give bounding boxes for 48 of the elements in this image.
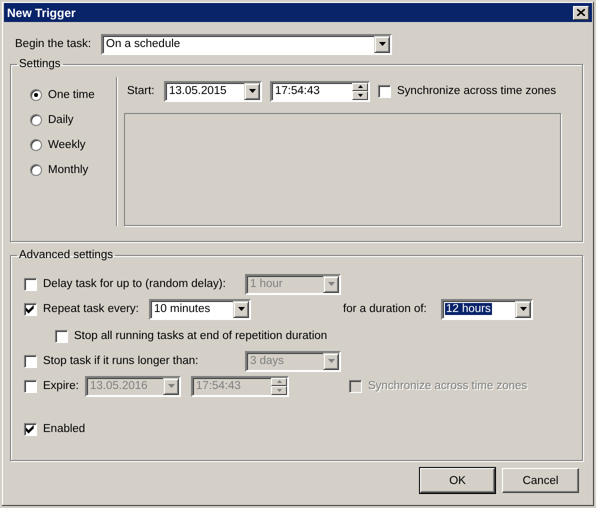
radio-button[interactable]: [30, 164, 42, 176]
dialog-button[interactable]: OK: [420, 468, 495, 493]
radio-button[interactable]: [30, 138, 42, 150]
radio-label: Daily: [48, 114, 74, 126]
field-label: Start:: [127, 85, 156, 97]
caret-icon: [248, 89, 256, 93]
close-icon: [577, 9, 585, 16]
checkbox[interactable]: [24, 422, 37, 436]
radio-button[interactable]: [30, 88, 42, 100]
field-label: Begin the task:: [15, 38, 92, 50]
checkbox[interactable]: [55, 330, 68, 342]
radio-label: Weekly: [48, 138, 86, 150]
checkbox-label: Expire:: [43, 380, 79, 392]
caret-icon: [328, 282, 334, 286]
dialog-button[interactable]: Cancel: [502, 468, 579, 493]
dropdown-button[interactable]: [233, 300, 249, 318]
dropdown-button[interactable]: [244, 82, 260, 100]
checkbox-label: Stop task if it runs longer than:: [43, 355, 198, 367]
duration-dropdown[interactable]: 12 hours: [441, 298, 533, 320]
caret-icon: [238, 307, 244, 311]
window-title: New Trigger: [7, 6, 76, 20]
dropdown-button[interactable]: [515, 300, 531, 318]
checkbox-label: Synchronize across time zones: [368, 380, 528, 392]
radio-label: Monthly: [48, 164, 88, 176]
date-picker[interactable]: 13.05.2015: [164, 80, 262, 102]
checkbox-label: Delay task for up to (random delay):: [43, 278, 226, 290]
checkbox[interactable]: [378, 84, 391, 98]
spin-buttons[interactable]: [352, 82, 368, 100]
radio-label: One time: [48, 88, 95, 100]
field-label: for a duration of:: [343, 303, 428, 315]
checkbox-label: Enabled: [43, 423, 86, 435]
checkbox-label: Stop all running tasks at end of repetition duration: [74, 330, 328, 342]
checkbox-label: Repeat task every:: [43, 303, 139, 315]
checkbox-label: Synchronize across time zones: [397, 85, 556, 97]
spin-buttons[interactable]: [271, 378, 287, 394]
dropdown-button[interactable]: [374, 36, 390, 52]
group-title: Settings: [19, 58, 61, 70]
repeat-dropdown[interactable]: 10 minutes: [149, 298, 251, 320]
group-title: Advanced settings: [19, 249, 113, 261]
time-field[interactable]: 17:54:43: [270, 80, 370, 102]
close-button[interactable]: [573, 6, 589, 20]
caret-icon: [378, 42, 386, 46]
radio-button[interactable]: [30, 114, 42, 126]
caret-icon: [328, 359, 334, 363]
checkbox[interactable]: [24, 302, 37, 316]
caret-icon: [168, 384, 174, 388]
caret-icon: [520, 307, 526, 311]
begin-task-dropdown[interactable]: On a schedule: [101, 34, 392, 54]
